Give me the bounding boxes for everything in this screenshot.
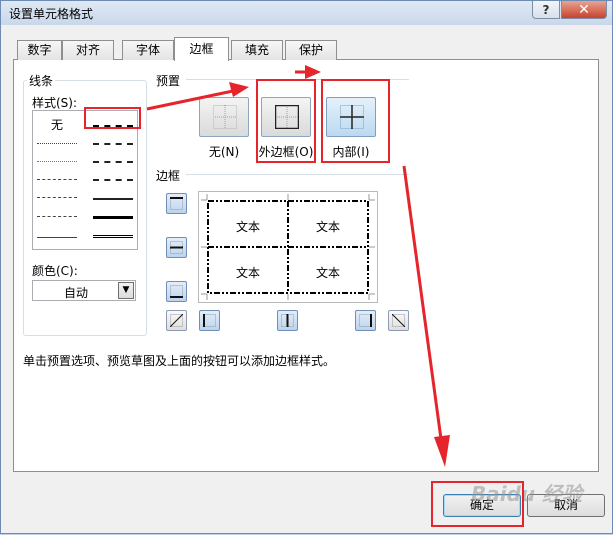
- tab-fill[interactable]: 填充: [231, 40, 283, 60]
- border-divider: [186, 174, 409, 175]
- border-preview[interactable]: 文本 文本 文本 文本: [198, 191, 378, 303]
- diagonal-up-icon: [170, 314, 183, 327]
- preset-none-label: 无(N): [208, 145, 240, 159]
- border-left-icon: [203, 314, 216, 327]
- preview-cell-text: 文本: [315, 220, 340, 234]
- line-style-thin[interactable]: [37, 237, 77, 238]
- color-dropdown[interactable]: 自动 ▼: [32, 280, 136, 301]
- tab-border[interactable]: 边框: [174, 37, 229, 61]
- diagonal-down-icon: [392, 314, 405, 327]
- border-left-button[interactable]: [199, 310, 220, 331]
- preview-cell-text: 文本: [315, 266, 340, 280]
- preset-outline-label: 外边框(O): [258, 145, 314, 159]
- border-bottom-icon: [170, 285, 183, 298]
- line-style-medium-dash-dot-dot-selected[interactable]: [93, 125, 133, 127]
- preset-inside-icon: [340, 105, 364, 129]
- line-style-medium-dashed[interactable]: [93, 179, 133, 181]
- border-top-icon: [170, 197, 183, 210]
- border-inside-vertical-button[interactable]: [277, 310, 298, 331]
- preset-none-icon: [213, 105, 237, 129]
- help-icon: ?: [542, 2, 550, 17]
- preset-outline-icon: [275, 105, 299, 129]
- preview-cell-text: 文本: [235, 220, 260, 234]
- border-right-button[interactable]: [355, 310, 376, 331]
- line-style-hair[interactable]: [37, 143, 77, 144]
- line-style-double[interactable]: [93, 235, 133, 238]
- help-button[interactable]: ?: [532, 1, 560, 19]
- border-top-button[interactable]: [166, 193, 187, 214]
- border-diagonal-up-button[interactable]: [166, 310, 187, 331]
- hint-text: 单击预置选项、预览草图及上面的按钮可以添加边框样式。: [23, 354, 336, 368]
- chevron-down-icon[interactable]: ▼: [118, 282, 134, 299]
- border-inside-horizontal-button[interactable]: [166, 237, 187, 258]
- style-label: 样式(S):: [30, 94, 80, 111]
- tab-number[interactable]: 数字: [17, 40, 62, 60]
- line-style-dotted[interactable]: [37, 161, 77, 162]
- preset-outline-button[interactable]: [261, 97, 311, 137]
- border-inside-vertical-icon: [281, 314, 294, 327]
- preset-none-button[interactable]: [199, 97, 249, 137]
- line-style-dashed[interactable]: [37, 216, 77, 217]
- border-label: 边框: [154, 167, 183, 184]
- presets-label: 预置: [154, 72, 183, 89]
- tab-font[interactable]: 字体: [122, 40, 174, 60]
- line-style-dash-dot[interactable]: [37, 197, 77, 198]
- line-style-dash-dot-dot[interactable]: [37, 179, 77, 180]
- border-right-icon: [359, 314, 372, 327]
- line-style-slant-dash-dot[interactable]: [93, 143, 133, 145]
- close-button[interactable]: ✕: [561, 1, 607, 19]
- line-style-thick[interactable]: [93, 216, 133, 219]
- line-style-medium-dash-dot[interactable]: [93, 161, 133, 163]
- preset-inside-label: 内部(I): [332, 145, 370, 159]
- line-style-none[interactable]: 无: [51, 116, 63, 133]
- preview-cell-text: 文本: [235, 266, 260, 280]
- dialog-title: 设置单元格格式: [9, 7, 94, 21]
- border-diagonal-down-button[interactable]: [388, 310, 409, 331]
- title-bar: 设置单元格格式 ? ✕: [1, 1, 612, 25]
- preview-borders: [201, 194, 375, 300]
- tab-alignment[interactable]: 对齐: [62, 40, 114, 60]
- presets-divider: [186, 79, 409, 80]
- color-label: 颜色(C):: [30, 262, 80, 279]
- color-value: 自动: [63, 286, 88, 300]
- line-style-medium[interactable]: [93, 198, 133, 200]
- format-cells-dialog: 设置单元格格式 ? ✕ 数字 对齐 字体 边框 填充 保护 线条 样式(S): …: [0, 0, 613, 534]
- baidu-watermark: Baidu 经验: [471, 482, 583, 506]
- border-bottom-button[interactable]: [166, 281, 187, 302]
- close-icon: ✕: [578, 1, 590, 18]
- border-inside-horizontal-icon: [170, 241, 183, 254]
- line-style-list[interactable]: 无: [32, 110, 138, 250]
- preset-inside-button[interactable]: [326, 97, 376, 137]
- tab-protection[interactable]: 保护: [285, 40, 337, 60]
- line-group-label: 线条: [27, 72, 56, 89]
